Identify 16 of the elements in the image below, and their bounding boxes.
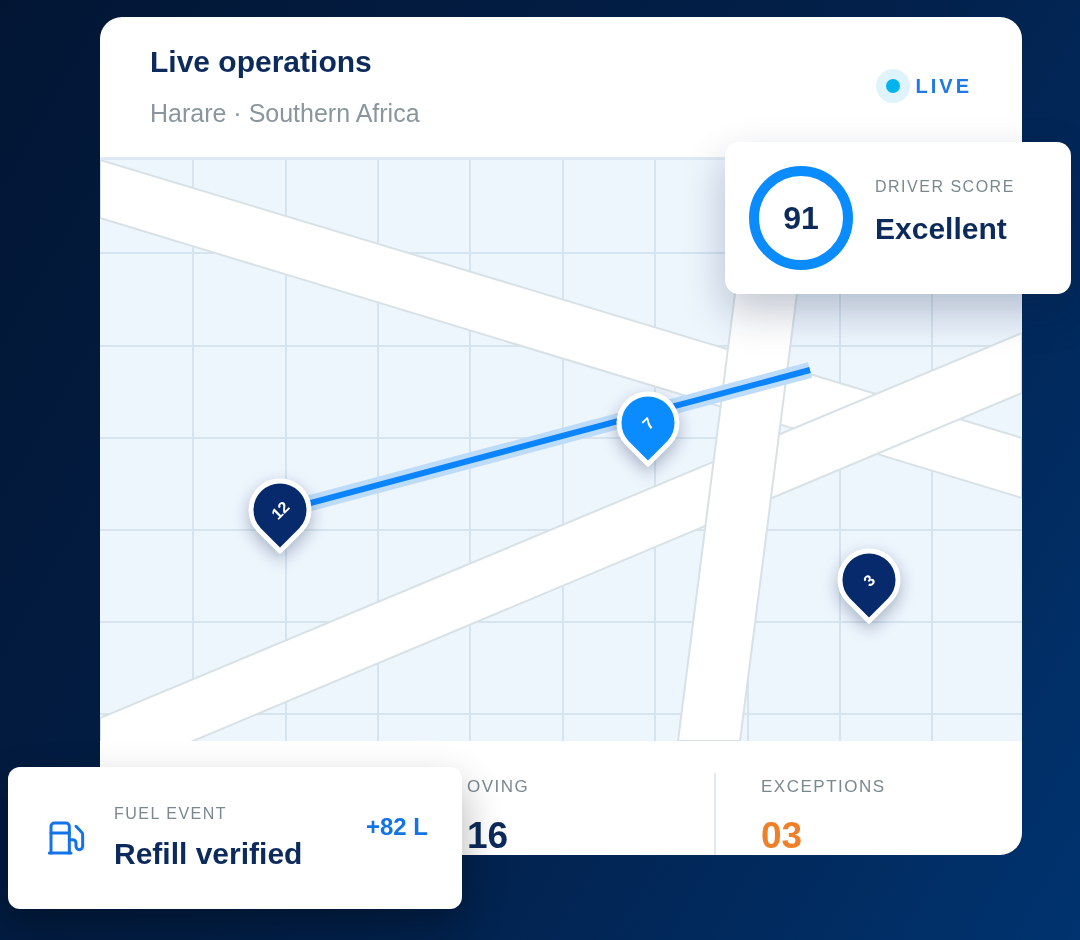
fuel-amount: +82 L — [365, 813, 428, 841]
stat-value: 16 — [467, 819, 510, 853]
score-label: DRIVER SCORE — [875, 178, 1015, 196]
location-subtitle: Harare · Southern Africa — [150, 99, 420, 128]
map-pin[interactable]: 3 — [838, 549, 900, 623]
score-ring: 91 — [749, 166, 853, 270]
stat-label: OVING — [467, 777, 531, 797]
event-label: FUEL EVENT — [114, 805, 229, 823]
stat-value: 03 — [761, 819, 804, 853]
panel-title: Live operations — [150, 45, 373, 79]
live-indicator-icon — [875, 69, 910, 103]
live-label: LIVE — [915, 74, 972, 98]
map-pin[interactable]: 12 — [249, 479, 311, 553]
event-title: Refill verified — [114, 837, 304, 871]
stat-label: EXCEPTIONS — [761, 777, 887, 797]
score-rating: Excellent — [875, 212, 1008, 246]
